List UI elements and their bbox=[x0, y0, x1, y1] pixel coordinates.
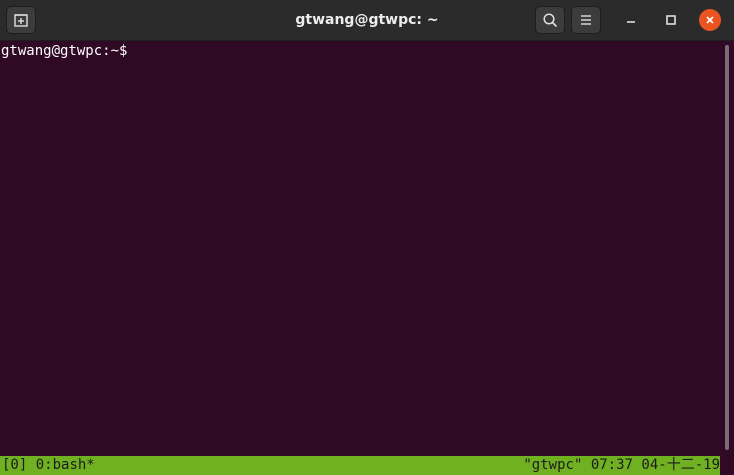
tmux-status-bar: [0] 0:bash* "gtwpc" 07:37 04-十二-19 bbox=[0, 456, 720, 475]
clock-date: 04-十二-19 bbox=[641, 457, 720, 473]
titlebar[interactable]: gtwang@gtwpc: ~ bbox=[0, 0, 734, 41]
search-icon bbox=[543, 13, 557, 27]
status-left: [0] 0:bash* bbox=[2, 456, 95, 475]
terminal-area[interactable]: gtwang@gtwpc:~$ bbox=[0, 41, 720, 456]
hostname: "gtwpc" bbox=[523, 457, 583, 473]
minimize-icon bbox=[627, 21, 635, 23]
minimize-button[interactable] bbox=[620, 9, 642, 31]
terminal-window: gtwang@gtwpc: ~ gtwang@gtwpc:~$ [0] 0:ba… bbox=[0, 0, 734, 475]
status-corner bbox=[720, 456, 734, 475]
shell-prompt: gtwang@gtwpc:~$ bbox=[1, 43, 136, 59]
session-name: [0] bbox=[2, 457, 28, 473]
search-button[interactable] bbox=[535, 6, 565, 34]
clock-time: 07:37 bbox=[590, 457, 633, 473]
status-right: "gtwpc" 07:37 04-十二-19 bbox=[523, 456, 720, 475]
close-icon bbox=[706, 16, 714, 24]
maximize-button[interactable] bbox=[660, 9, 682, 31]
scrollbar-thumb[interactable] bbox=[725, 45, 729, 450]
new-tab-button[interactable] bbox=[6, 6, 36, 34]
hamburger-menu-icon bbox=[581, 15, 591, 25]
maximize-icon bbox=[666, 15, 676, 25]
new-tab-icon bbox=[14, 14, 28, 27]
menu-button[interactable] bbox=[571, 6, 601, 34]
tmux-window-tab[interactable]: 0:bash* bbox=[36, 457, 95, 473]
scrollbar[interactable] bbox=[720, 41, 734, 456]
close-button[interactable] bbox=[699, 9, 721, 31]
